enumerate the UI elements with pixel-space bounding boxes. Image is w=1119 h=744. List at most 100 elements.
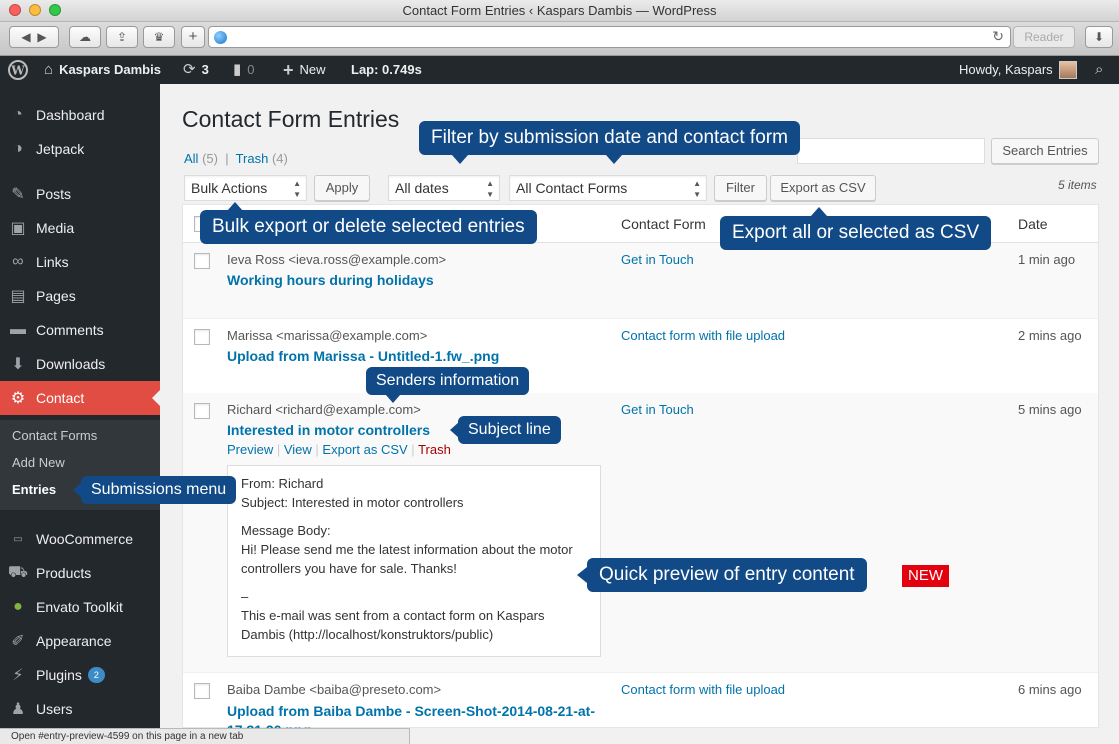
view-action[interactable]: View xyxy=(284,442,312,457)
sidebar-item-jetpack[interactable]: ◑ Jetpack xyxy=(0,132,160,166)
zoom-window-button[interactable] xyxy=(49,4,61,16)
entry-subject-link[interactable]: Upload from Baiba Dambe - Screen-Shot-20… xyxy=(227,702,607,729)
entry-subject-link[interactable]: Interested in motor controllers xyxy=(227,422,430,438)
entry-preview-panel: From: Richard Subject: Interested in mot… xyxy=(227,465,601,657)
column-contact-form[interactable]: Contact Form xyxy=(621,216,706,232)
entry-subject-link[interactable]: Working hours during holidays xyxy=(227,272,434,288)
table-row: Ieva Ross <ieva.ross@example.com> Workin… xyxy=(183,243,1098,318)
row-checkbox[interactable] xyxy=(194,253,210,269)
submenu-contact-forms[interactable]: Contact Forms xyxy=(12,428,97,443)
entry-date: 5 mins ago xyxy=(1018,402,1082,417)
reading-list-button[interactable]: ♛ xyxy=(143,26,175,48)
row-checkbox[interactable] xyxy=(194,683,210,699)
sidebar-item-plugins[interactable]: ⚡ Plugins 2 xyxy=(0,658,160,692)
close-window-button[interactable] xyxy=(9,4,21,16)
my-account-link[interactable]: Howdy, Kaspars xyxy=(959,56,1077,84)
sidebar-item-dashboard[interactable]: ◔ Dashboard xyxy=(0,98,160,132)
entry-sender: Ieva Ross <ieva.ross@example.com> xyxy=(227,252,447,267)
sidebar-item-pages[interactable]: ▤ Pages xyxy=(0,279,160,313)
sidebar-item-downloads[interactable]: ⬇ Downloads xyxy=(0,347,160,381)
callout-senders-tail xyxy=(386,395,400,403)
new-content-link[interactable]: + New xyxy=(283,56,326,84)
filter-trash-link[interactable]: Trash (4) xyxy=(236,151,288,166)
lap-label: Lap: 0.749s xyxy=(351,62,422,77)
callout-filter-tail-right xyxy=(606,155,622,164)
table-row: Marissa <marissa@example.com> Upload fro… xyxy=(183,318,1098,393)
reload-icon[interactable]: ↻ xyxy=(992,28,1004,45)
sidebar-item-envato-toolkit[interactable]: ● Envato Toolkit xyxy=(0,590,160,624)
sidebar-item-contact[interactable]: ⚙ Contact xyxy=(0,381,160,415)
column-date[interactable]: Date xyxy=(1018,216,1048,232)
pages-icon: ▤ xyxy=(10,288,26,305)
filter-button[interactable]: Filter xyxy=(714,175,767,201)
entry-sender: Marissa <marissa@example.com> xyxy=(227,328,428,343)
share-button[interactable]: ⇪ xyxy=(106,26,138,48)
bulk-actions-select[interactable]: Bulk Actions ▲ ▼ xyxy=(184,175,307,201)
entry-date: 6 mins ago xyxy=(1018,682,1082,697)
apply-button[interactable]: Apply xyxy=(314,175,370,201)
updates-link[interactable]: ⟳ 3 xyxy=(183,56,209,84)
date-filter-select[interactable]: All dates ▲ ▼ xyxy=(388,175,500,201)
callout-export: Export all or selected as CSV xyxy=(720,216,992,250)
entry-form-link[interactable]: Get in Touch xyxy=(621,252,694,267)
entry-form-link[interactable]: Contact form with file upload xyxy=(621,328,785,343)
sidebar-item-comments[interactable]: ▬ Comments xyxy=(0,313,160,347)
table-row: Baiba Dambe <baiba@preseto.com> Upload f… xyxy=(183,672,1098,729)
select-arrows-icon: ▲ ▼ xyxy=(293,179,301,199)
submenu-add-new[interactable]: Add New xyxy=(12,455,65,470)
plugins-update-badge: 2 xyxy=(87,667,105,683)
dashboard-icon: ◔ xyxy=(13,106,23,123)
new-tab-button[interactable]: + xyxy=(181,26,205,48)
callout-preview-tail xyxy=(577,567,587,583)
sidebar-item-label: Envato Toolkit xyxy=(36,599,123,615)
search-input[interactable] xyxy=(797,138,985,164)
contact-form-filter-select[interactable]: All Contact Forms ▲ ▼ xyxy=(509,175,707,201)
wordpress-logo-button[interactable]: W xyxy=(8,56,28,84)
preview-dash: – xyxy=(241,589,249,604)
wordpress-icon: W xyxy=(8,60,28,80)
site-name-link[interactable]: ⌂ Kaspars Dambis xyxy=(44,56,161,84)
row-checkbox[interactable] xyxy=(194,329,210,345)
sidebar-item-products[interactable]: ⛟ Products xyxy=(0,556,160,590)
new-badge: NEW xyxy=(902,565,949,587)
sidebar-item-appearance[interactable]: ✐ Appearance xyxy=(0,624,160,658)
back-forward-buttons[interactable]: ◀ ▶ xyxy=(9,26,59,48)
filter-all-link[interactable]: All (5) xyxy=(184,151,218,166)
pin-icon: ✎ xyxy=(11,186,25,203)
submenu-entries[interactable]: Entries xyxy=(12,482,56,497)
forward-icon[interactable]: ▶ xyxy=(37,30,46,44)
preview-action[interactable]: Preview xyxy=(227,442,273,457)
page-title: Contact Form Entries xyxy=(182,106,400,132)
export-csv-button[interactable]: Export as CSV xyxy=(770,175,876,201)
entry-form-link[interactable]: Contact form with file upload xyxy=(621,682,785,697)
callout-bulk: Bulk export or delete selected entries xyxy=(200,210,537,244)
active-indicator xyxy=(152,390,160,406)
sidebar-item-label: WooCommerce xyxy=(36,531,133,547)
sidebar-item-users[interactable]: ♟ Users xyxy=(0,692,160,726)
sidebar-item-links[interactable]: ∞ Links xyxy=(0,245,160,279)
howdy-text: Howdy, Kaspars xyxy=(959,62,1053,77)
row-checkbox[interactable] xyxy=(194,403,210,419)
trash-action[interactable]: Trash xyxy=(418,442,451,457)
sidebar-item-posts[interactable]: ✎ Posts xyxy=(0,177,160,211)
export-csv-action[interactable]: Export as CSV xyxy=(322,442,407,457)
admin-search-button[interactable]: ⌕ xyxy=(1095,56,1103,84)
reader-button[interactable]: Reader xyxy=(1013,26,1075,48)
search-entries-button[interactable]: Search Entries xyxy=(991,138,1099,164)
sidebar-item-media[interactable]: ▣ Media xyxy=(0,211,160,245)
entry-subject-link[interactable]: Upload from Marissa - Untitled-1.fw_.png xyxy=(227,348,499,364)
downloads-button[interactable]: ⬇ xyxy=(1085,26,1113,48)
sidebar-item-woocommerce[interactable]: ▭ WooCommerce xyxy=(0,522,160,556)
minimize-window-button[interactable] xyxy=(29,4,41,16)
search-icon: ⌕ xyxy=(1095,61,1104,78)
comments-link[interactable]: ▮ 0 xyxy=(233,56,255,84)
icloud-tabs-button[interactable]: ☁ xyxy=(69,26,101,48)
back-icon[interactable]: ◀ xyxy=(21,30,30,44)
cloud-icon: ☁ xyxy=(79,30,91,44)
home-icon: ⌂ xyxy=(44,61,54,78)
address-bar[interactable]: ↻ xyxy=(208,26,1011,48)
link-icon: ∞ xyxy=(12,253,24,270)
entry-form-link[interactable]: Get in Touch xyxy=(621,402,694,417)
filter-all-count: (5) xyxy=(202,151,218,166)
filter-trash-count: (4) xyxy=(271,151,288,166)
